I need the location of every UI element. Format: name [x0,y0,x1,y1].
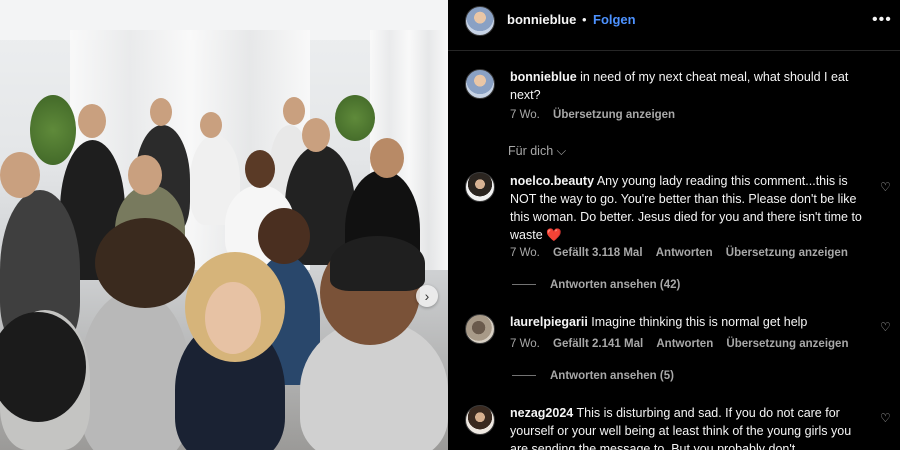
plant [335,95,375,141]
person-head [200,112,222,138]
caption-username[interactable]: bonnieblue [510,70,577,84]
post-photo: › [0,0,448,450]
comment-body: Imagine thinking this is normal get help [587,315,808,329]
comment-text: noelco.beauty Any young lady reading thi… [510,172,872,244]
post-header: bonnieblue • Folgen ••• [448,0,900,51]
replies-divider [512,375,536,377]
person-head [150,98,172,126]
translate-button[interactable]: Übersetzung anzeigen [726,338,848,350]
view-replies-label: Antworten ansehen (5) [550,370,674,382]
replies-divider [512,284,536,286]
comment-avatar[interactable] [465,314,495,344]
comment-age: 7 Wo. [510,247,540,259]
person-head [78,104,106,138]
next-image-button[interactable]: › [416,285,438,307]
comment-age: 7 Wo. [510,338,540,350]
avatar[interactable] [465,6,495,36]
comment-username[interactable]: laurelpiegarii [510,315,588,329]
caption-meta: 7 Wo. Übersetzung anzeigen [510,109,685,121]
comment-likes[interactable]: Gefällt 3.118 Mal [553,247,643,259]
view-replies-button[interactable]: Antworten ansehen (5) [512,370,674,382]
heart-icon[interactable]: ♡ [880,411,891,425]
reply-button[interactable]: Antworten [656,338,713,350]
comment-text: laurelpiegarii Imagine thinking this is … [510,313,872,331]
person-head [128,155,162,195]
person-head [95,218,195,308]
caption-age: 7 Wo. [510,109,540,121]
plant [30,95,76,165]
person-head [302,118,330,152]
heart-icon[interactable]: ♡ [880,320,891,334]
follow-button[interactable]: Folgen [593,12,636,27]
person-hair [330,236,425,291]
view-replies-button[interactable]: Antworten ansehen (42) [512,279,680,291]
comment-text: nezag2024 This is disturbing and sad. If… [510,404,872,450]
comments-panel: bonnieblue • Folgen ••• bonnieblue in ne… [448,0,900,450]
caption-translate-button[interactable]: Übersetzung anzeigen [553,109,675,121]
person-head [283,97,305,125]
person-face [205,282,261,354]
comment-username[interactable]: noelco.beauty [510,174,594,188]
sort-label: Für dich [508,144,554,158]
person-head [370,138,404,178]
comment-meta: 7 Wo. Gefällt 2.141 Mal Antworten Überse… [510,338,858,350]
separator-dot: • [582,12,587,27]
comment-username[interactable]: nezag2024 [510,406,573,420]
comment-likes[interactable]: Gefällt 2.141 Mal [553,338,643,350]
view-replies-label: Antworten ansehen (42) [550,279,681,291]
comment-meta: 7 Wo. Gefällt 3.118 Mal Antworten Überse… [510,247,858,259]
caption-avatar[interactable] [465,69,495,99]
heart-icon[interactable]: ♡ [880,180,891,194]
comment-avatar[interactable] [465,405,495,435]
author-username[interactable]: bonnieblue [507,12,576,27]
comment-avatar[interactable] [465,172,495,202]
caption-text: bonnieblue in need of my next cheat meal… [510,68,870,104]
person-head [0,152,40,198]
reply-button[interactable]: Antworten [656,247,713,259]
person-head [258,208,310,264]
more-horizontal-icon[interactable]: ••• [872,11,892,29]
comment-sort-dropdown[interactable]: Für dich ⌵ [508,144,566,159]
person-head [245,150,275,188]
translate-button[interactable]: Übersetzung anzeigen [726,247,848,259]
chevron-down-icon: ⌵ [556,144,567,158]
person [80,290,190,450]
